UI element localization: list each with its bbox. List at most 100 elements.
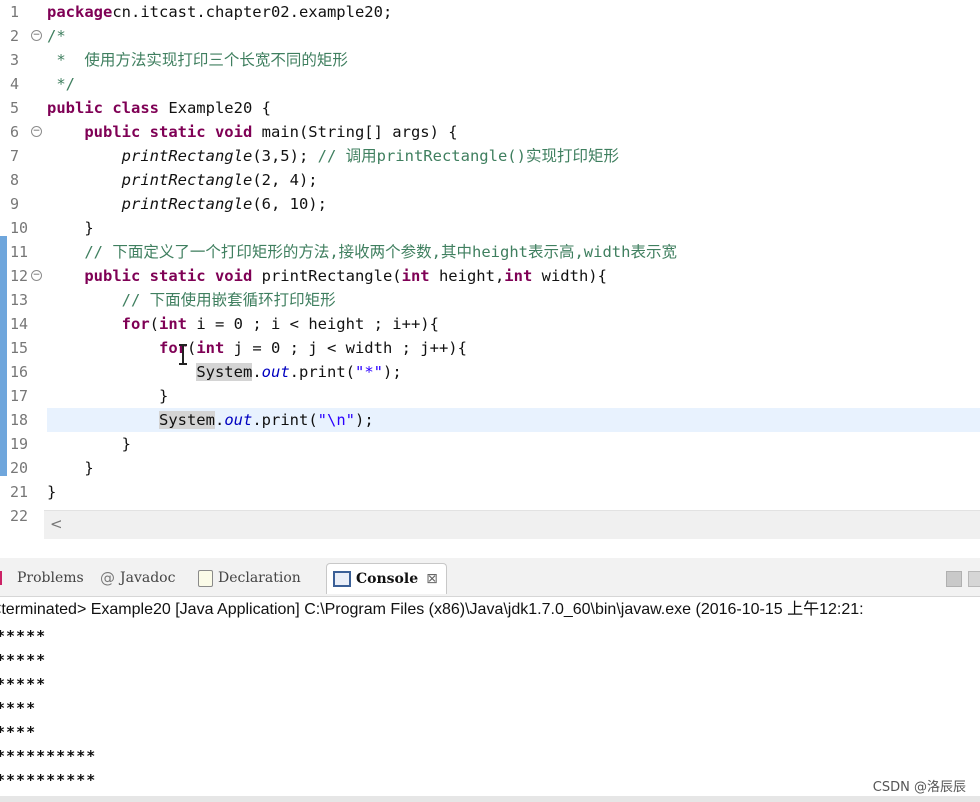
line-number: 1 [10, 3, 20, 21]
code-token: printRectangle( [252, 267, 402, 285]
code-text[interactable]: public static void printRectangle(int he… [47, 264, 607, 288]
code-text[interactable]: } [47, 216, 93, 240]
code-line[interactable]: 18 System.out.print("\n"); [0, 408, 980, 432]
code-text[interactable]: System.out.print("\n"); [47, 408, 374, 432]
watermark: CSDN @洛辰辰 [872, 780, 966, 795]
code-line[interactable]: 11 // 下面定义了一个打印矩形的方法,接收两个参数,其中height表示高,… [0, 240, 980, 264]
tab-console[interactable]: Console ⊠ [326, 563, 447, 594]
code-token: out [261, 363, 290, 381]
fold-collapse-icon[interactable]: − [31, 30, 42, 41]
code-text[interactable]: /* [47, 24, 66, 48]
code-text[interactable]: // 下面定义了一个打印矩形的方法,接收两个参数,其中height表示高,wid… [47, 240, 677, 264]
code-text[interactable]: } [47, 456, 94, 480]
tab-declaration[interactable]: Declaration [198, 563, 301, 593]
code-text[interactable]: for(int j = 0 ; j < width ; j++){ [47, 336, 467, 360]
code-token: printRectangle [121, 195, 253, 213]
code-token: ( [186, 339, 197, 357]
code-token: printRectangle [121, 147, 253, 165]
code-text[interactable]: */ [47, 72, 75, 96]
code-editor[interactable]: 1 packagecn.itcast.chapter02.example20; 2−… [0, 0, 980, 540]
code-text[interactable]: printRectangle(3,5); // 调用printRectangle… [47, 144, 619, 168]
line-number: 15 [10, 339, 29, 357]
console-output-line: ***** [0, 675, 47, 693]
code-line[interactable]: 14 for(int i = 0 ; i < height ; i++){ [0, 312, 980, 336]
code-token: System [196, 363, 253, 381]
code-token: printRectangle [121, 171, 253, 189]
code-text[interactable]: } [47, 384, 168, 408]
code-line[interactable]: 3 * 使用方法实现打印三个长宽不同的矩形 [0, 48, 980, 72]
code-token: } [47, 435, 131, 453]
code-token: // 调用printRectangle()实现打印矩形 [317, 147, 619, 165]
code-text[interactable]: } [47, 480, 56, 504]
line-number: 3 [10, 51, 20, 69]
console-process-header: <terminated> Example20 [Java Application… [0, 601, 864, 618]
fold-collapse-icon[interactable]: − [31, 126, 42, 137]
close-icon[interactable]: ⊠ [426, 571, 438, 587]
declaration-icon [198, 569, 213, 587]
tab-javadoc[interactable]: @ Javadoc [100, 563, 175, 593]
horizontal-scrollbar[interactable]: < [44, 510, 980, 539]
code-line[interactable]: 8 printRectangle(2, 4); [0, 168, 980, 192]
line-number: 14 [10, 315, 29, 333]
terminate-button[interactable] [946, 571, 962, 587]
code-line[interactable]: 9 printRectangle(6, 10); [0, 192, 980, 216]
line-number: 12 [10, 267, 29, 285]
console-output-line: ***** [0, 627, 47, 645]
code-token: cn.itcast.chapter02.example20; [112, 3, 393, 21]
code-text[interactable]: packagecn.itcast.chapter02.example20; [47, 0, 392, 24]
code-token: public class [47, 99, 159, 117]
code-text[interactable]: public class Example20 { [47, 96, 271, 120]
code-text[interactable]: * 使用方法实现打印三个长宽不同的矩形 [47, 48, 348, 72]
code-token: . [252, 363, 262, 381]
minimize-button[interactable] [968, 571, 980, 587]
code-token: /* [47, 27, 66, 45]
code-token: . [214, 411, 225, 429]
text-cursor-icon [179, 342, 187, 366]
code-text[interactable]: for(int i = 0 ; i < height ; i++){ [47, 312, 439, 336]
code-text[interactable]: public static void main(String[] args) { [47, 120, 457, 144]
code-line[interactable]: 19 } [0, 432, 980, 456]
code-line[interactable]: 13 // 下面使用嵌套循环打印矩形 [0, 288, 980, 312]
code-text[interactable]: } [47, 432, 131, 456]
code-line[interactable]: 15 for(int j = 0 ; j < width ; j++){ [0, 336, 980, 360]
code-text[interactable]: // 下面使用嵌套循环打印矩形 [47, 288, 336, 312]
bottom-strip [0, 796, 980, 802]
code-line[interactable]: 17 } [0, 384, 980, 408]
line-number: 9 [10, 195, 20, 213]
scroll-left-icon[interactable]: < [50, 515, 63, 533]
tab-problems[interactable]: Problems [0, 563, 84, 593]
line-number: 18 [10, 411, 29, 429]
line-number: 19 [10, 435, 29, 453]
fold-collapse-icon[interactable]: − [31, 270, 42, 281]
code-line[interactable]: 4 */ [0, 72, 980, 96]
code-text[interactable]: printRectangle(6, 10); [47, 192, 327, 216]
code-token: public static void [84, 267, 253, 285]
code-line[interactable]: 16 System.out.print("*"); [0, 360, 980, 384]
code-line[interactable]: 21} [0, 480, 980, 504]
code-token: } [47, 483, 57, 501]
panel-divider[interactable] [0, 540, 980, 558]
code-text[interactable]: printRectangle(2, 4); [47, 168, 318, 192]
code-token: ); [354, 411, 374, 429]
code-line[interactable]: 1 packagecn.itcast.chapter02.example20; [0, 0, 980, 24]
code-line[interactable]: 7 printRectangle(3,5); // 调用printRectang… [0, 144, 980, 168]
line-number: 22 [10, 507, 29, 525]
code-line[interactable]: 6− public static void main(String[] args… [0, 120, 980, 144]
at-icon: @ [100, 569, 115, 587]
code-text[interactable]: System.out.print("*"); [47, 360, 402, 384]
code-token: package [47, 3, 113, 21]
code-line[interactable]: 20 } [0, 456, 980, 480]
code-token: i = 0 ; i < height ; i++){ [187, 315, 439, 333]
code-line[interactable]: 12− public static void printRectangle(in… [0, 264, 980, 288]
line-number: 10 [10, 219, 29, 237]
code-token: int [159, 315, 187, 333]
code-token: width){ [532, 267, 607, 285]
code-line[interactable]: 2−/* [0, 24, 980, 48]
code-line[interactable]: 10 } [0, 216, 980, 240]
code-line[interactable]: 5 public class Example20 { [0, 96, 980, 120]
code-token: } [47, 459, 94, 477]
code-token: (2, 4); [252, 171, 318, 189]
